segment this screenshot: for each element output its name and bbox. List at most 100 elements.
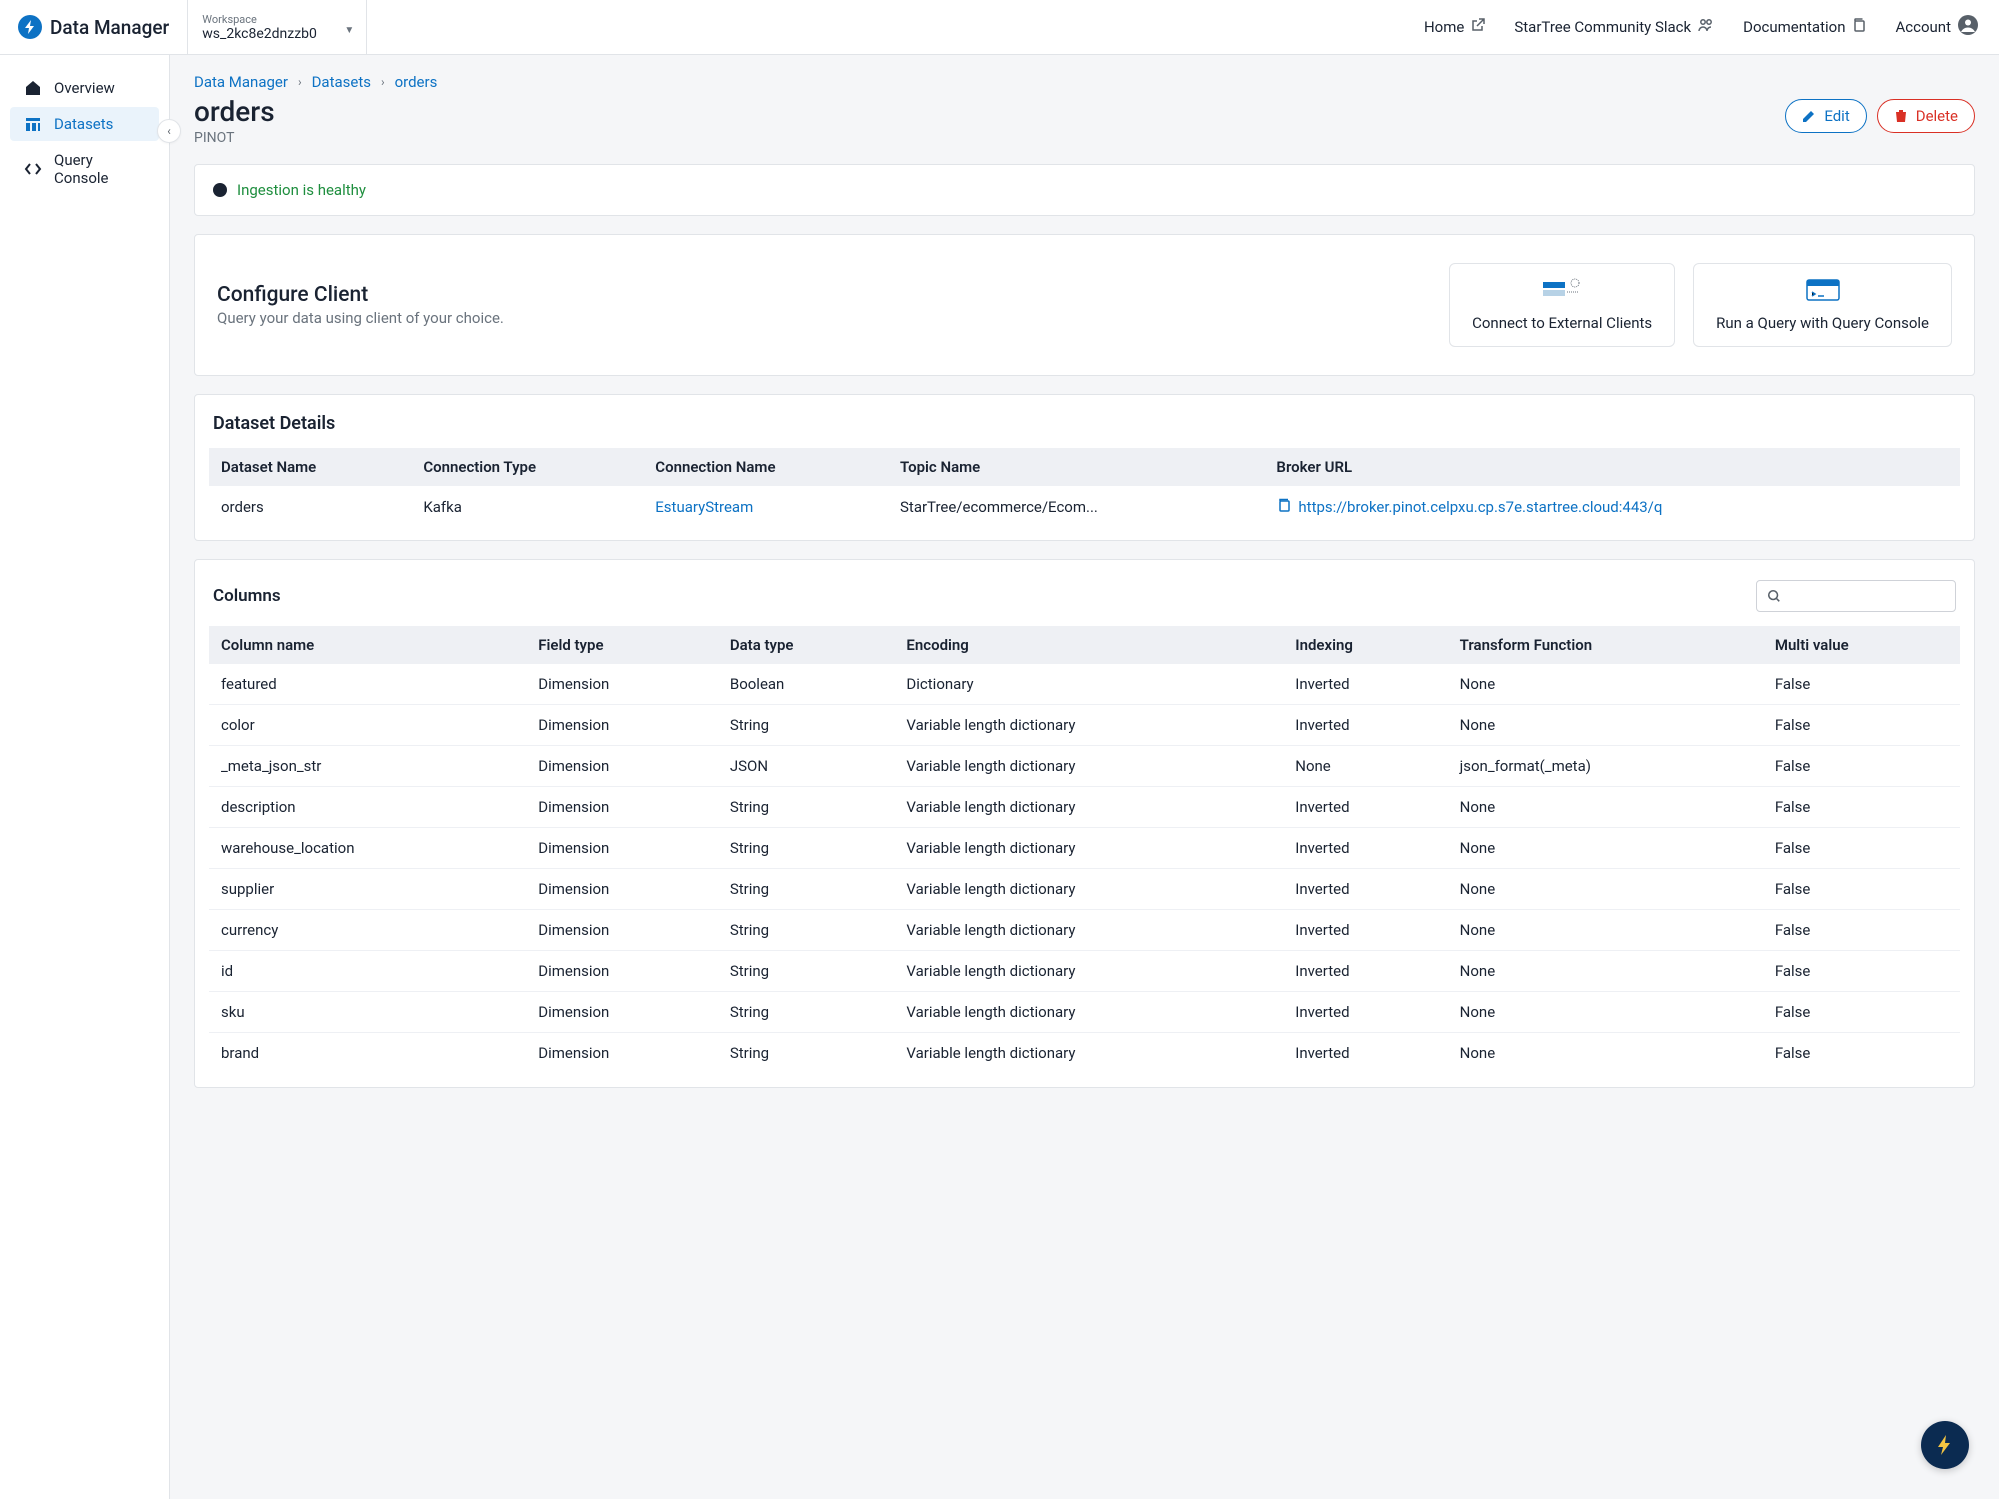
cell-conn-name[interactable]: EstuaryStream bbox=[643, 486, 888, 528]
nav-account[interactable]: Account bbox=[1895, 14, 1979, 40]
breadcrumb-root[interactable]: Data Manager bbox=[194, 73, 288, 91]
cell-transform: None bbox=[1448, 1033, 1763, 1074]
sidebar-collapse-button[interactable]: ‹ bbox=[157, 119, 181, 143]
cell-transform: None bbox=[1448, 828, 1763, 869]
sidebar-item-datasets[interactable]: Datasets bbox=[10, 107, 159, 141]
cell-multi: False bbox=[1763, 992, 1960, 1033]
copy-icon bbox=[1851, 17, 1867, 37]
chevron-left-icon: ‹ bbox=[167, 124, 171, 138]
sidebar-item-overview[interactable]: Overview bbox=[10, 71, 159, 105]
people-icon bbox=[1697, 17, 1715, 37]
status-card: Ingestion is healthy bbox=[194, 164, 1975, 216]
cell-field: Dimension bbox=[526, 910, 718, 951]
cell-multi: False bbox=[1763, 746, 1960, 787]
cell-transform: None bbox=[1448, 787, 1763, 828]
cell-field: Dimension bbox=[526, 869, 718, 910]
page-subtitle: PINOT bbox=[194, 130, 275, 146]
th-indexing: Indexing bbox=[1283, 626, 1447, 664]
run-query-label: Run a Query with Query Console bbox=[1716, 314, 1929, 332]
console-icon bbox=[1805, 278, 1841, 304]
trash-icon bbox=[1894, 109, 1908, 123]
cell-idx: Inverted bbox=[1283, 869, 1447, 910]
sidebar-item-query-console[interactable]: Query Console bbox=[10, 143, 159, 195]
cell-multi: False bbox=[1763, 910, 1960, 951]
cell-enc: Variable length dictionary bbox=[894, 787, 1283, 828]
cell-data: String bbox=[718, 705, 895, 746]
delete-button[interactable]: Delete bbox=[1877, 99, 1975, 133]
cell-dataset-name: orders bbox=[209, 486, 411, 528]
cell-enc: Variable length dictionary bbox=[894, 705, 1283, 746]
connect-label: Connect to External Clients bbox=[1472, 314, 1652, 332]
copy-broker-button[interactable] bbox=[1276, 497, 1292, 517]
cell-name: featured bbox=[209, 664, 526, 705]
cell-enc: Dictionary bbox=[894, 664, 1283, 705]
cell-transform: None bbox=[1448, 664, 1763, 705]
cell-name: id bbox=[209, 951, 526, 992]
cell-field: Dimension bbox=[526, 1033, 718, 1074]
cell-data: Boolean bbox=[718, 664, 895, 705]
page-title: orders bbox=[194, 95, 275, 128]
cell-field: Dimension bbox=[526, 705, 718, 746]
cell-name: warehouse_location bbox=[209, 828, 526, 869]
sidebar-overview-label: Overview bbox=[54, 79, 115, 97]
connect-external-clients-button[interactable]: Connect to External Clients bbox=[1449, 263, 1675, 347]
nav-docs[interactable]: Documentation bbox=[1743, 17, 1867, 37]
columns-search[interactable] bbox=[1756, 580, 1956, 612]
cell-transform: None bbox=[1448, 705, 1763, 746]
copy-icon bbox=[1276, 497, 1292, 513]
th-topic: Topic Name bbox=[888, 448, 1264, 486]
cell-field: Dimension bbox=[526, 746, 718, 787]
delete-label: Delete bbox=[1916, 107, 1958, 125]
table-row: warehouse_locationDimensionStringVariabl… bbox=[209, 828, 1960, 869]
table-row: descriptionDimensionStringVariable lengt… bbox=[209, 787, 1960, 828]
columns-search-input[interactable] bbox=[1789, 588, 1945, 604]
broker-url[interactable]: https://broker.pinot.celpxu.cp.s7e.start… bbox=[1298, 498, 1662, 516]
fab-button[interactable] bbox=[1921, 1421, 1969, 1469]
table-row: supplierDimensionStringVariable length d… bbox=[209, 869, 1960, 910]
account-circle-icon bbox=[1957, 14, 1979, 40]
th-broker: Broker URL bbox=[1264, 448, 1960, 486]
nav-slack[interactable]: StarTree Community Slack bbox=[1514, 17, 1715, 37]
columns-title: Columns bbox=[213, 586, 281, 606]
cell-data: String bbox=[718, 828, 895, 869]
nav-home[interactable]: Home bbox=[1424, 17, 1486, 37]
cell-idx: Inverted bbox=[1283, 828, 1447, 869]
status-dot-icon bbox=[213, 183, 227, 197]
cell-enc: Variable length dictionary bbox=[894, 992, 1283, 1033]
table-row: _meta_json_strDimensionJSONVariable leng… bbox=[209, 746, 1960, 787]
run-query-console-button[interactable]: Run a Query with Query Console bbox=[1693, 263, 1952, 347]
cell-multi: False bbox=[1763, 951, 1960, 992]
details-row: orders Kafka EstuaryStream StarTree/ecom… bbox=[209, 486, 1960, 528]
pencil-icon bbox=[1802, 109, 1816, 123]
brand-title: Data Manager bbox=[50, 16, 169, 39]
cell-idx: Inverted bbox=[1283, 705, 1447, 746]
topbar: Data Manager Workspace ws_2kc8e2dnzzb0 ▼… bbox=[0, 0, 1999, 55]
cell-idx: Inverted bbox=[1283, 951, 1447, 992]
details-table: Dataset Name Connection Type Connection … bbox=[209, 448, 1960, 528]
cell-multi: False bbox=[1763, 705, 1960, 746]
cell-idx: Inverted bbox=[1283, 664, 1447, 705]
table-row: colorDimensionStringVariable length dict… bbox=[209, 705, 1960, 746]
cell-data: String bbox=[718, 910, 895, 951]
workspace-selector[interactable]: Workspace ws_2kc8e2dnzzb0 ▼ bbox=[187, 0, 367, 54]
cell-name: brand bbox=[209, 1033, 526, 1074]
lightning-icon bbox=[18, 15, 42, 39]
configure-title: Configure Client bbox=[217, 283, 504, 307]
cell-transform: None bbox=[1448, 992, 1763, 1033]
th-field-type: Field type bbox=[526, 626, 718, 664]
cell-data: String bbox=[718, 1033, 895, 1074]
sidebar: ‹ Overview Datasets Query Console bbox=[0, 55, 170, 1499]
nav-docs-label: Documentation bbox=[1743, 18, 1845, 36]
table-row: skuDimensionStringVariable length dictio… bbox=[209, 992, 1960, 1033]
top-nav: Home StarTree Community Slack Documentat… bbox=[1404, 14, 1999, 40]
servers-icon bbox=[1541, 278, 1583, 304]
th-dataset-name: Dataset Name bbox=[209, 448, 411, 486]
main-content: Data Manager › Datasets › orders orders … bbox=[170, 55, 1999, 1499]
cell-topic: StarTree/ecommerce/Ecom... bbox=[888, 486, 1264, 528]
table-icon bbox=[24, 115, 42, 133]
edit-button[interactable]: Edit bbox=[1785, 99, 1866, 133]
cell-name: description bbox=[209, 787, 526, 828]
brand[interactable]: Data Manager bbox=[0, 0, 187, 54]
breadcrumb-datasets[interactable]: Datasets bbox=[312, 73, 371, 91]
cell-enc: Variable length dictionary bbox=[894, 869, 1283, 910]
